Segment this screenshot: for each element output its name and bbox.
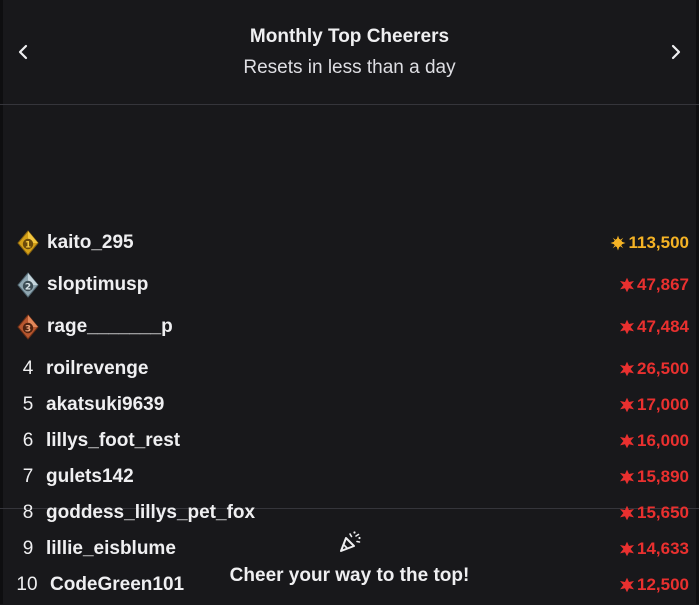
cheer-prompt-text: Cheer your way to the top!: [229, 565, 470, 586]
rank-number: 6: [22, 430, 34, 451]
red-bits-icon: [620, 397, 634, 413]
red-bits-icon: [620, 469, 634, 485]
leaderboard-row: 7 gulets142 15,890: [0, 462, 699, 492]
cheer-amount: 47,867: [619, 275, 689, 295]
cheer-amount: 26,500: [619, 359, 689, 379]
next-leaderboard-button[interactable]: [659, 35, 693, 69]
cheerer-username[interactable]: rage_______p: [47, 316, 173, 338]
cheerer-username[interactable]: gulets142: [46, 466, 134, 488]
rank-1-gold-badge-icon: 1: [14, 228, 42, 258]
cheer-amount-value: 15,890: [637, 467, 689, 486]
cheer-amount: 16,000: [619, 431, 689, 451]
cheerer-username[interactable]: sloptimusp: [47, 274, 148, 296]
leaderboard-row: 4 roilrevenge 26,500: [0, 354, 699, 384]
cheerer-username[interactable]: akatsuki9639: [46, 394, 164, 416]
cheer-prompt-footer: Cheer your way to the top!: [0, 509, 699, 605]
red-bits-icon: [620, 361, 634, 377]
cheer-amount-value: 17,000: [637, 395, 689, 414]
rank-2-silver-badge-icon: 2: [14, 270, 42, 300]
cheer-amount-value: 113,500: [628, 233, 689, 252]
party-popper-icon: [339, 531, 361, 552]
cheer-amount-value: 26,500: [637, 359, 689, 378]
cheer-amount: 15,890: [619, 467, 689, 487]
cheerer-username[interactable]: kaito_295: [47, 232, 134, 254]
rank-number: 7: [22, 466, 34, 487]
cheer-amount-value: 47,484: [637, 317, 689, 336]
leaderboard-panel: Monthly Top Cheerers Resets in less than…: [0, 0, 699, 604]
red-bits-icon: [620, 433, 634, 449]
leaderboard-header: Monthly Top Cheerers Resets in less than…: [0, 0, 699, 105]
leaderboard-row: 6 lillys_foot_rest 16,000: [0, 426, 699, 456]
rank-number: 4: [22, 358, 34, 379]
leaderboard-row: 5 akatsuki9639 17,000: [0, 390, 699, 420]
cheer-amount-value: 47,867: [637, 275, 689, 294]
gold-bits-icon: [610, 235, 626, 251]
svg-text:3: 3: [25, 325, 31, 335]
reset-timer-text: Resets in less than a day: [243, 57, 456, 78]
svg-text:2: 2: [25, 283, 31, 293]
rank-3-bronze-badge-icon: 3: [14, 312, 42, 342]
svg-text:1: 1: [25, 241, 31, 251]
cheer-amount-value: 16,000: [637, 431, 689, 450]
cheer-amount: 17,000: [619, 395, 689, 415]
red-bits-icon: [620, 319, 634, 335]
cheerer-username[interactable]: lillys_foot_rest: [46, 430, 180, 452]
leaderboard-title: Monthly Top Cheerers: [249, 26, 450, 47]
leaderboard-list: 1 kaito_295 113,500 2 sloptimusp 47,867 …: [0, 105, 699, 595]
leaderboard-row: 2 sloptimusp 47,867: [0, 270, 699, 300]
cheer-amount: 47,484: [619, 317, 689, 337]
cheerer-username[interactable]: roilrevenge: [46, 358, 148, 380]
chevron-right-icon: [671, 44, 681, 60]
rank-number: 5: [22, 394, 34, 415]
red-bits-icon: [620, 277, 634, 293]
cheer-amount: 113,500: [610, 233, 689, 253]
leaderboard-row: 3 rage_______p 47,484: [0, 312, 699, 342]
leaderboard-row: 1 kaito_295 113,500: [0, 228, 699, 258]
